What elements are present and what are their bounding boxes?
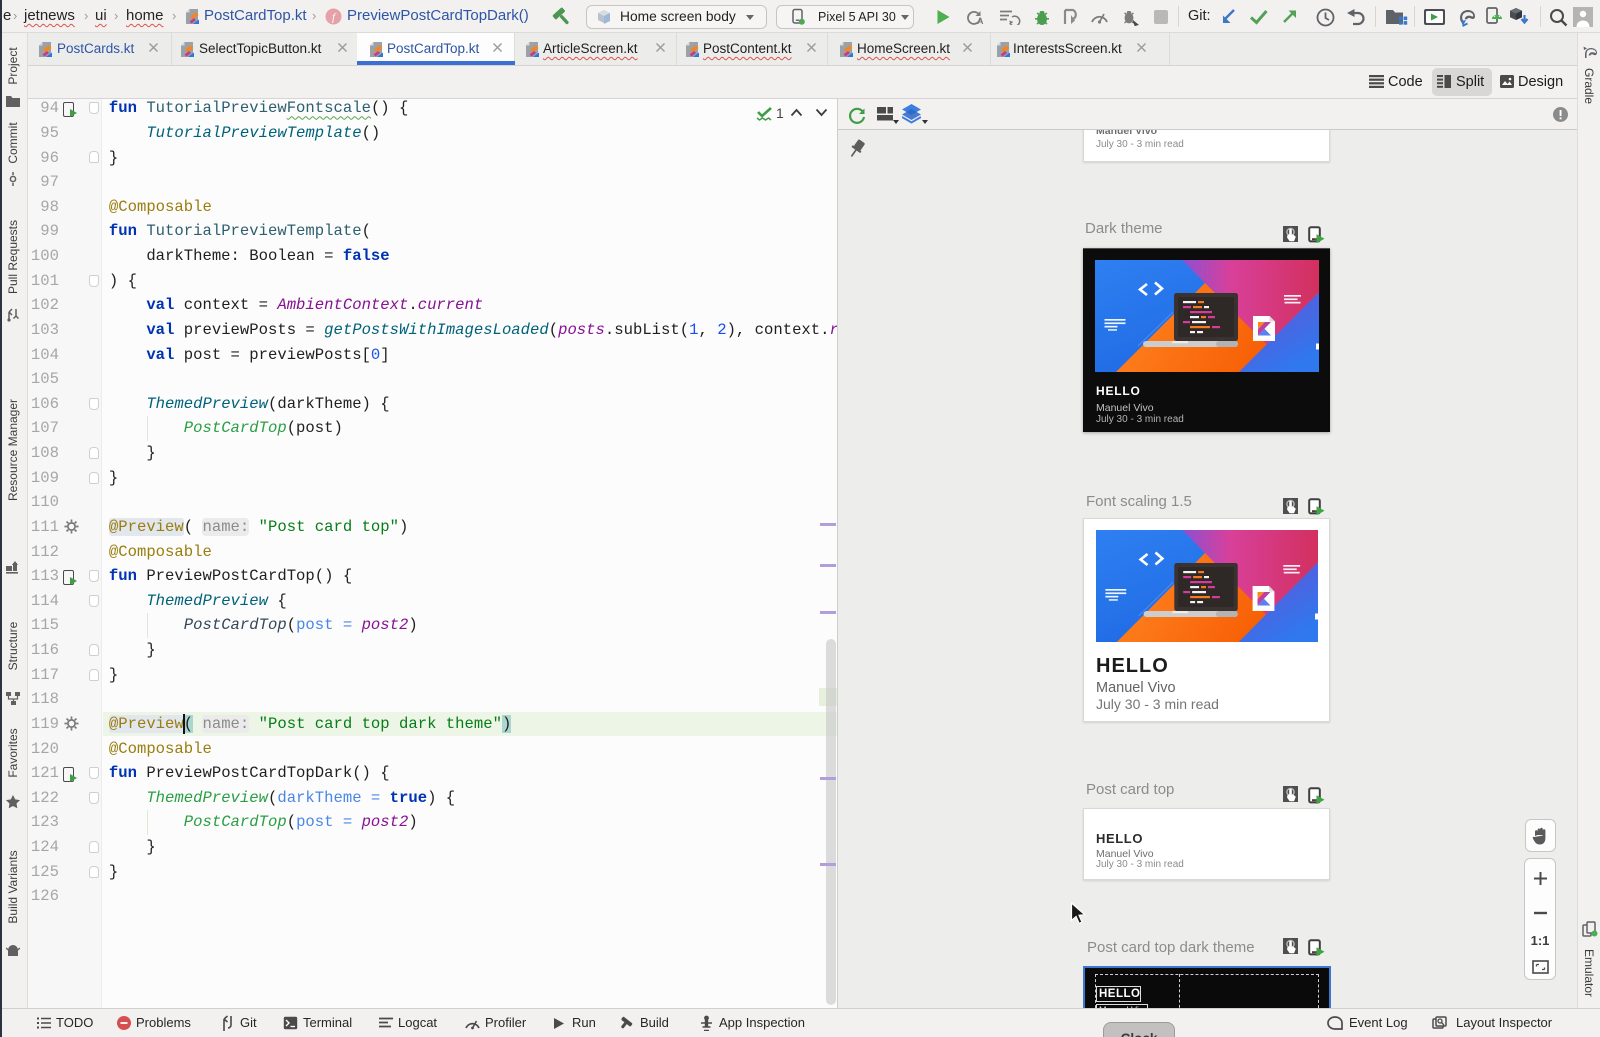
svg-text:A: A (977, 16, 984, 25)
